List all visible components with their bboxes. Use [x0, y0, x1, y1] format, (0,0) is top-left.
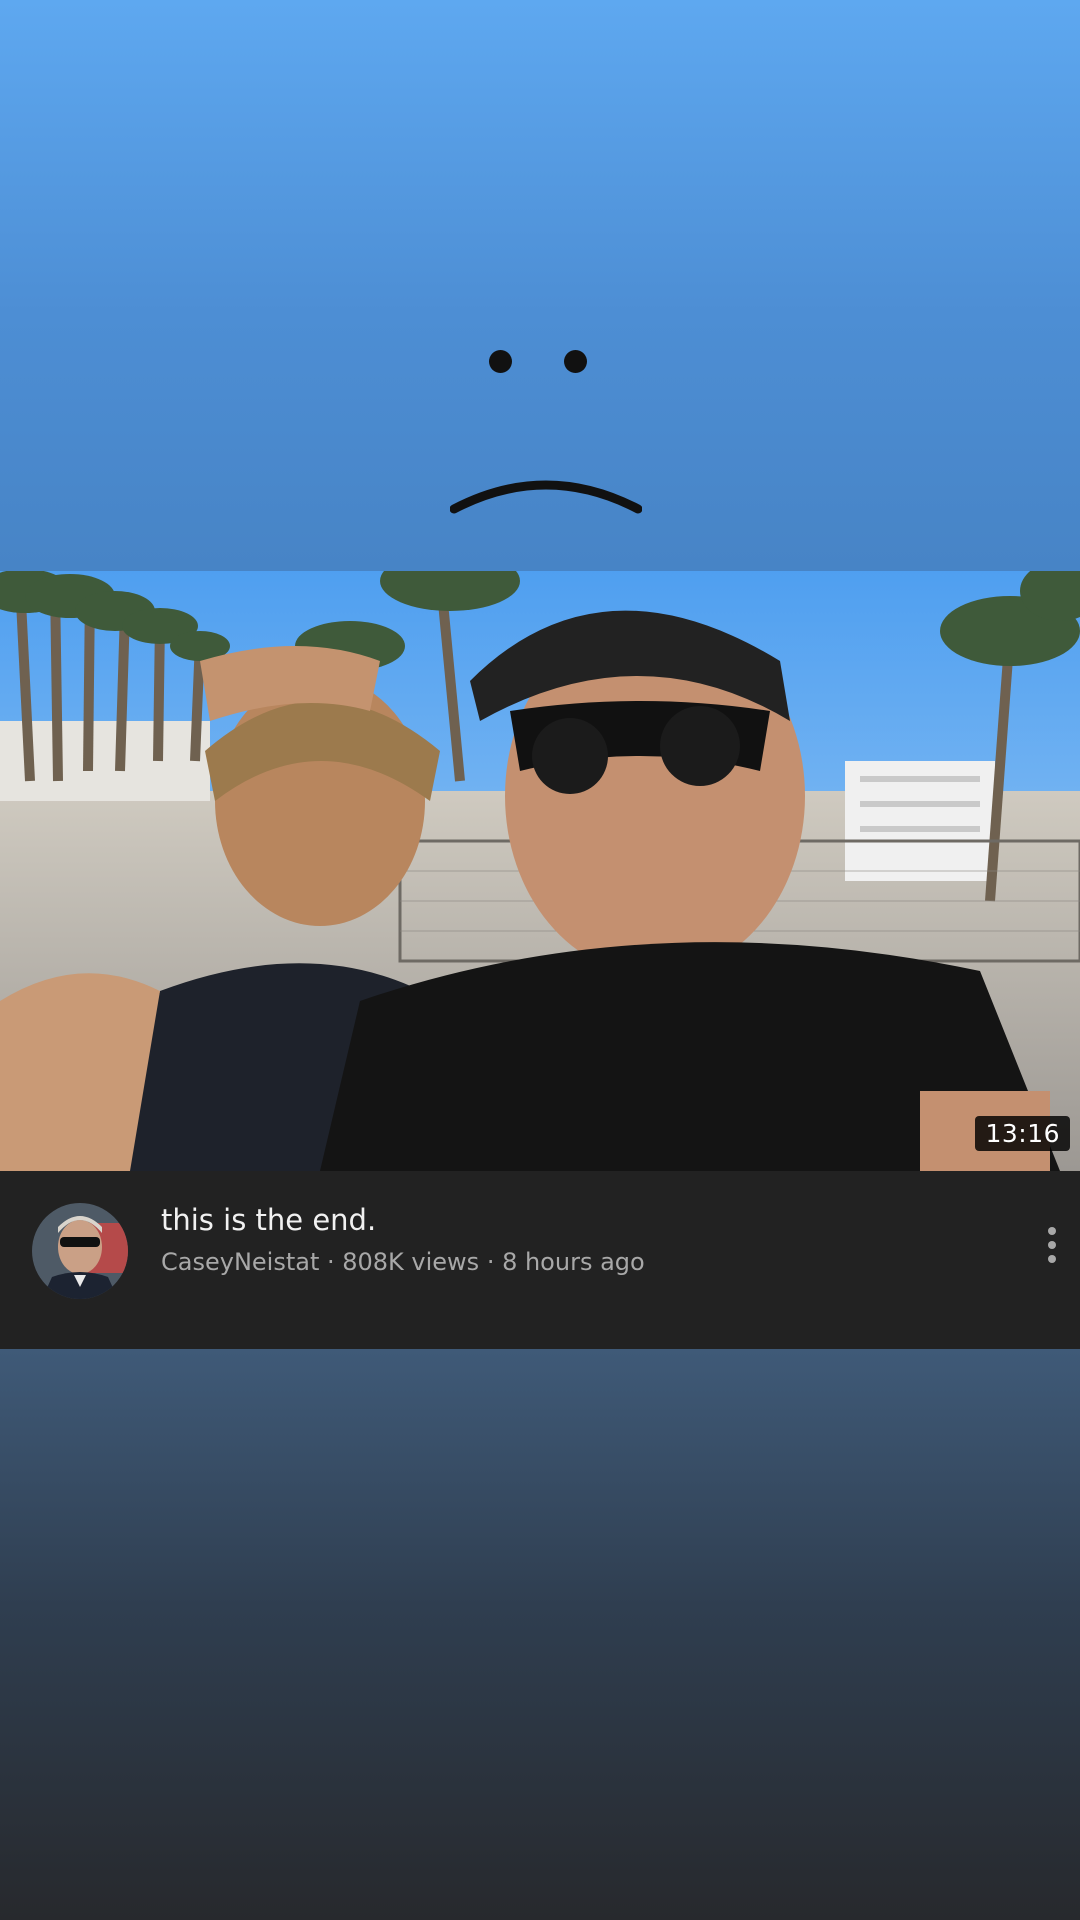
dot [1048, 1241, 1056, 1249]
video-thumbnail[interactable]: 13:16 [0, 571, 1080, 1171]
video-info-row[interactable]: this is the end. CaseyNeistat · 808K vie… [0, 1171, 1080, 1349]
story-top-background [0, 0, 1080, 571]
video-title[interactable]: this is the end. [161, 1203, 376, 1237]
video-meta: CaseyNeistat · 808K views · 8 hours ago [161, 1248, 645, 1276]
duration-badge: 13:16 [975, 1116, 1070, 1151]
thumbnail-image [0, 571, 1080, 1171]
left-eye [489, 350, 512, 373]
dot [1048, 1227, 1056, 1235]
more-vert-icon[interactable] [1034, 1215, 1070, 1275]
story-bottom-background [0, 1349, 1080, 1920]
right-eye [564, 350, 587, 373]
channel-avatar[interactable] [32, 1203, 128, 1299]
frown-mouth [450, 480, 642, 514]
story-screen: 13:16 this is the end. CaseyNeistat · 80… [0, 0, 1080, 1920]
avatar-image [32, 1203, 128, 1299]
dot [1048, 1255, 1056, 1263]
